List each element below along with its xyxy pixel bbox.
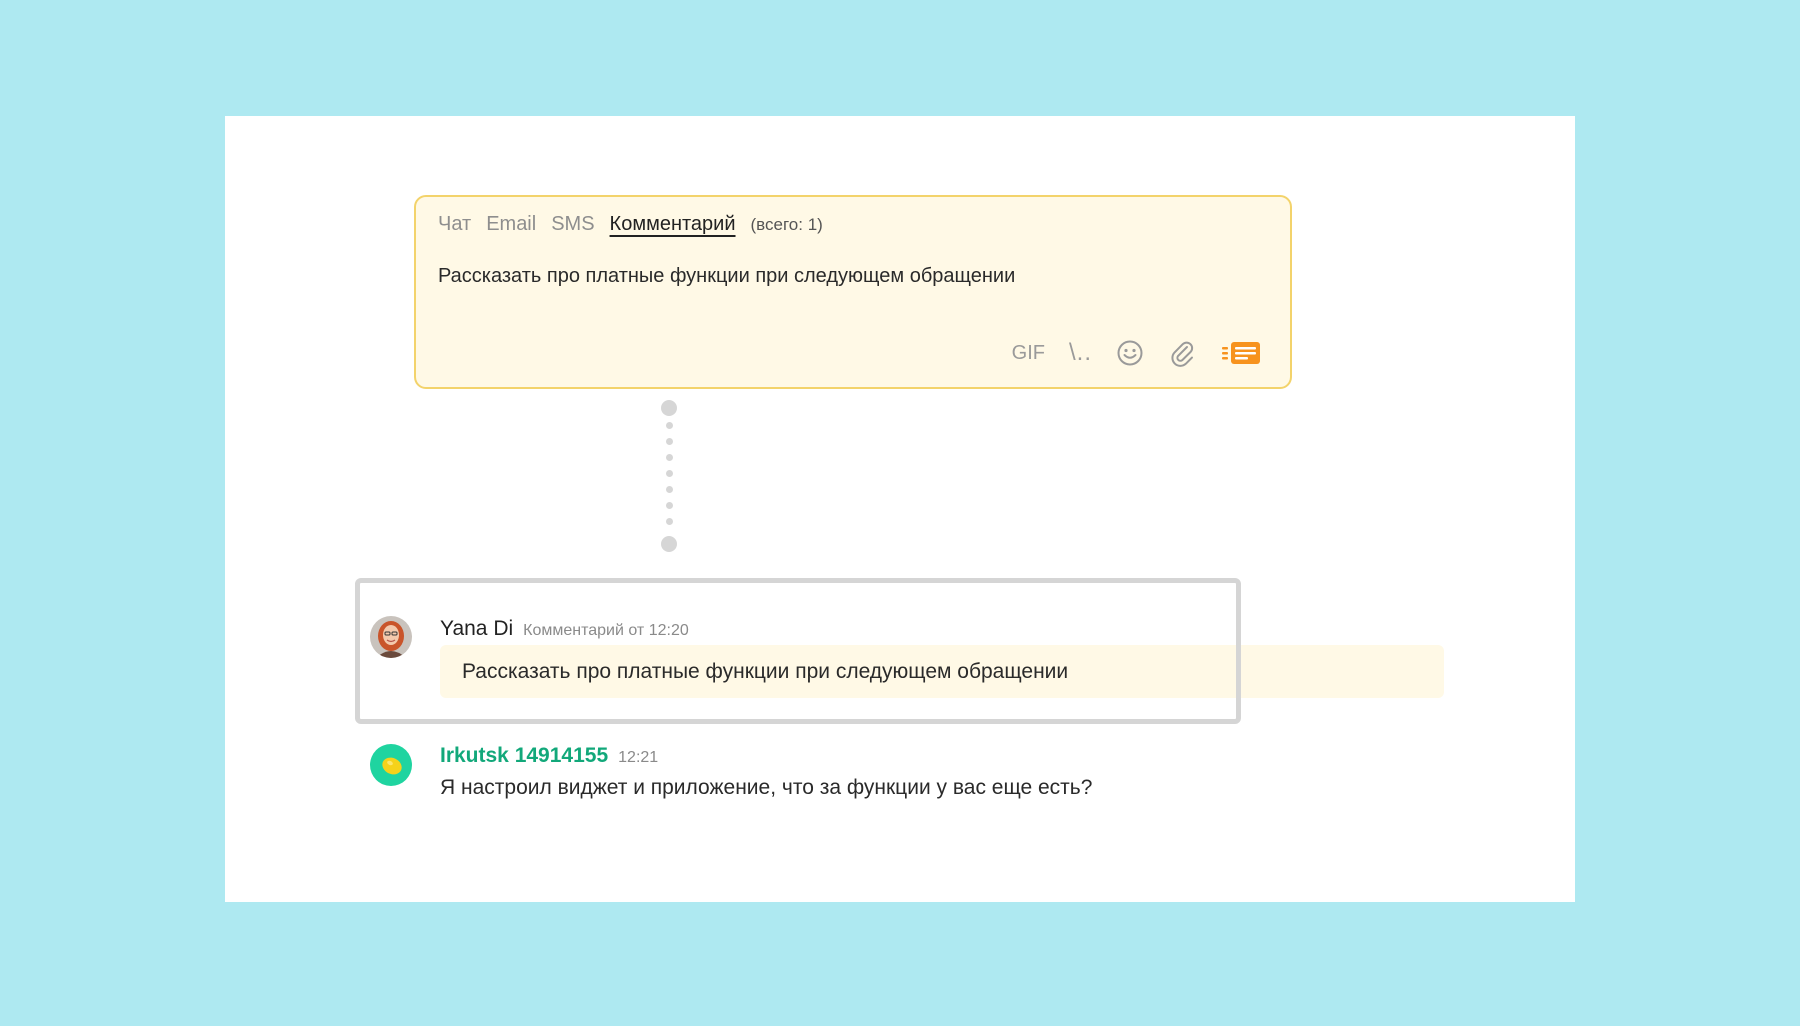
connector-dot bbox=[666, 454, 673, 461]
connector-dots bbox=[661, 400, 677, 555]
comment-count: (всего: 1) bbox=[750, 215, 823, 234]
connector-dot bbox=[661, 400, 677, 416]
lemon-icon bbox=[382, 757, 402, 775]
connector-dot bbox=[666, 470, 673, 477]
avatar-client bbox=[370, 744, 412, 786]
message-time: 12:21 bbox=[618, 749, 659, 766]
composer-tabs: Чат Email SMS Комментарий (всего: 1) bbox=[438, 213, 823, 236]
attach-button[interactable] bbox=[1168, 339, 1196, 367]
user-photo-icon bbox=[370, 616, 412, 658]
message-header: Irkutsk 14914155 12:21 bbox=[440, 744, 658, 768]
message-composer[interactable]: Чат Email SMS Комментарий (всего: 1) Рас… bbox=[414, 195, 1292, 389]
connector-dot bbox=[666, 502, 673, 509]
connector-dot bbox=[661, 536, 677, 552]
snippets-button[interactable]: \.. bbox=[1069, 339, 1092, 367]
client-message-text: Я настроил виджет и приложение, что за ф… bbox=[440, 776, 1093, 799]
gif-button[interactable]: GIF bbox=[1012, 342, 1045, 365]
connector-dot bbox=[666, 438, 673, 445]
connector-dot bbox=[666, 422, 673, 429]
tab-sms[interactable]: SMS bbox=[551, 213, 594, 236]
avatar-yana bbox=[370, 616, 412, 658]
comment-text: Рассказать про платные функции при следу… bbox=[462, 660, 1069, 683]
tab-email[interactable]: Email bbox=[486, 213, 536, 236]
author-name[interactable]: Yana Di bbox=[440, 617, 513, 641]
templates-button[interactable] bbox=[1220, 339, 1264, 367]
tab-chat[interactable]: Чат bbox=[438, 213, 471, 236]
connector-dot bbox=[666, 486, 673, 493]
message-header: Yana Di Комментарий от 12:20 bbox=[440, 617, 689, 641]
message-time: Комментарий от 12:20 bbox=[523, 622, 689, 639]
smiley-icon bbox=[1117, 340, 1143, 366]
connector-dot bbox=[666, 518, 673, 525]
templates-list-icon bbox=[1222, 342, 1260, 364]
paperclip-icon bbox=[1171, 341, 1194, 367]
highlight-frame bbox=[355, 578, 1241, 724]
composer-toolbar: GIF \.. bbox=[988, 339, 1264, 367]
composer-input[interactable]: Рассказать про платные функции при следу… bbox=[438, 265, 1015, 288]
tab-comment[interactable]: Комментарий bbox=[610, 213, 736, 236]
client-name[interactable]: Irkutsk 14914155 bbox=[440, 744, 608, 768]
emoji-button[interactable] bbox=[1116, 339, 1144, 367]
